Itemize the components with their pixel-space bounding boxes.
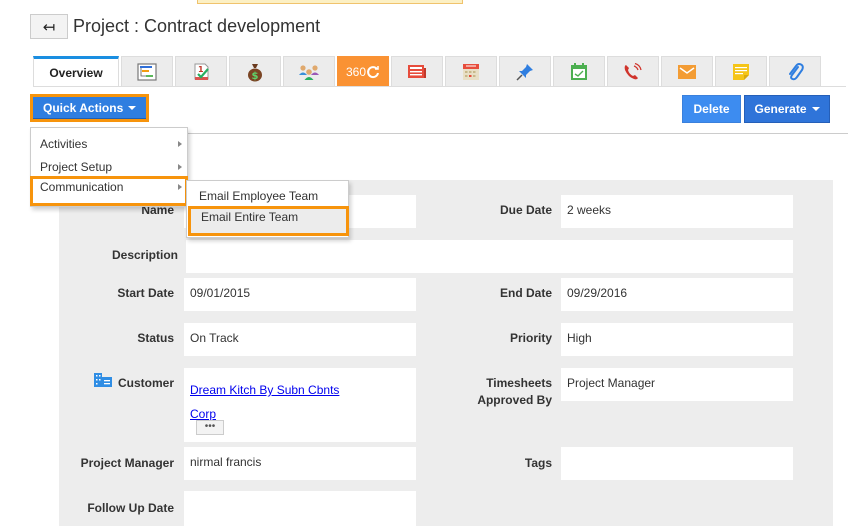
- project-details-panel: Name Due Date 2 weeks Description Start …: [59, 180, 833, 526]
- tab-attachments[interactable]: [769, 56, 821, 86]
- building-icon: [94, 372, 112, 388]
- svg-text:1: 1: [198, 65, 204, 74]
- caret-down-icon: [811, 107, 820, 111]
- tab-team[interactable]: [283, 56, 335, 86]
- caret-down-icon: [128, 105, 137, 110]
- tab-schedule[interactable]: [553, 56, 605, 86]
- start-date-field[interactable]: 09/01/2015: [184, 278, 416, 311]
- tab-news[interactable]: [391, 56, 443, 86]
- due-date-field[interactable]: 2 weeks: [561, 195, 793, 228]
- page-header: ↤ Project : Contract development: [30, 14, 320, 39]
- end-date-field[interactable]: 09/29/2016: [561, 278, 793, 311]
- tags-label: Tags: [524, 456, 552, 470]
- tab-360[interactable]: 360: [337, 56, 389, 86]
- tab-divider: [33, 86, 846, 87]
- calendar-icon: [463, 63, 479, 80]
- quick-actions-highlight: Quick Actions: [30, 94, 150, 122]
- menu-item-label: Communication: [40, 180, 124, 194]
- customer-link-cont[interactable]: Corp: [190, 407, 216, 421]
- task-checklist-icon: 1: [194, 63, 209, 80]
- back-arrow-icon: ↤: [42, 18, 56, 36]
- timesheets-approved-by-field[interactable]: Project Manager: [561, 368, 793, 401]
- priority-field[interactable]: High: [561, 323, 793, 356]
- money-bag-icon: $: [248, 63, 262, 82]
- due-date-label: Due Date: [499, 203, 552, 217]
- pin-icon: [516, 63, 533, 81]
- timesheets-approved-by-label: Timesheets Approved By: [439, 375, 552, 409]
- caret-right-icon: [178, 164, 182, 170]
- timesheets-label-line2: Approved By: [477, 393, 552, 407]
- gantt-chart-icon: [137, 62, 157, 81]
- description-label: Description: [111, 248, 178, 262]
- tab-calendar[interactable]: [445, 56, 497, 86]
- envelope-icon: [678, 64, 696, 79]
- more-options-button[interactable]: •••: [196, 420, 224, 435]
- refresh-360-icon: [367, 65, 379, 78]
- end-date-label: End Date: [499, 286, 552, 300]
- quick-actions-label: Quick Actions: [43, 100, 124, 115]
- customer-label: Customer: [117, 376, 174, 390]
- tab-bar: Overview 1 $ 360: [33, 56, 823, 86]
- sticky-note-icon: [733, 63, 749, 80]
- svg-text:$: $: [252, 71, 259, 82]
- tab-overview[interactable]: Overview: [33, 56, 119, 86]
- tab-tasks[interactable]: 1: [175, 56, 227, 86]
- tags-field[interactable]: [561, 447, 793, 480]
- submenu-item-email-employee-team[interactable]: Email Employee Team: [187, 185, 348, 208]
- menu-item-communication[interactable]: Communication: [30, 176, 188, 206]
- priority-label: Priority: [509, 331, 552, 345]
- notification-banner: [197, 0, 463, 4]
- customer-link[interactable]: Dream Kitch By Subn Cbnts: [190, 383, 339, 397]
- timesheets-label-line1: Timesheets: [486, 376, 552, 390]
- caret-right-icon: [178, 141, 182, 147]
- newspaper-icon: [408, 64, 426, 78]
- start-date-label: Start Date: [117, 286, 174, 300]
- tab-gantt[interactable]: [121, 56, 173, 86]
- project-manager-field[interactable]: nirmal francis: [184, 447, 416, 480]
- tab-360-label: 360: [345, 64, 367, 79]
- quick-actions-menu: Activities Project Setup Communication: [30, 127, 188, 207]
- tab-notes[interactable]: [715, 56, 767, 86]
- description-field[interactable]: [186, 240, 793, 273]
- quick-actions-button[interactable]: Quick Actions: [33, 97, 147, 119]
- menu-item-label: Project Setup: [40, 160, 113, 174]
- menu-item-activities[interactable]: Activities: [31, 133, 187, 156]
- submenu-item-email-entire-team[interactable]: Email Entire Team: [188, 206, 349, 236]
- tab-calls[interactable]: [607, 56, 659, 86]
- caret-right-icon: [178, 184, 182, 190]
- back-button[interactable]: ↤: [30, 14, 68, 39]
- status-label: Status: [137, 331, 174, 345]
- project-manager-label: Project Manager: [80, 456, 174, 470]
- calendar-check-icon: [571, 62, 587, 80]
- generate-label: Generate: [754, 102, 807, 116]
- delete-button[interactable]: Delete: [682, 95, 741, 123]
- tab-email[interactable]: [661, 56, 713, 86]
- team-members-icon: [299, 64, 319, 80]
- menu-item-label: Activities: [40, 137, 88, 151]
- tab-finance[interactable]: $: [229, 56, 281, 86]
- tab-overview-label: Overview: [49, 65, 103, 80]
- status-field[interactable]: On Track: [184, 323, 416, 356]
- paperclip-icon: [789, 62, 804, 80]
- follow-up-date-field[interactable]: [184, 491, 416, 526]
- page-title: Project : Contract development: [73, 16, 321, 36]
- follow-up-date-label: Follow Up Date: [87, 501, 174, 515]
- generate-button[interactable]: Generate: [744, 95, 830, 123]
- phone-icon: [624, 62, 642, 79]
- tab-pin[interactable]: [499, 56, 551, 86]
- communication-submenu: Email Employee Team Email Entire Team: [186, 180, 349, 238]
